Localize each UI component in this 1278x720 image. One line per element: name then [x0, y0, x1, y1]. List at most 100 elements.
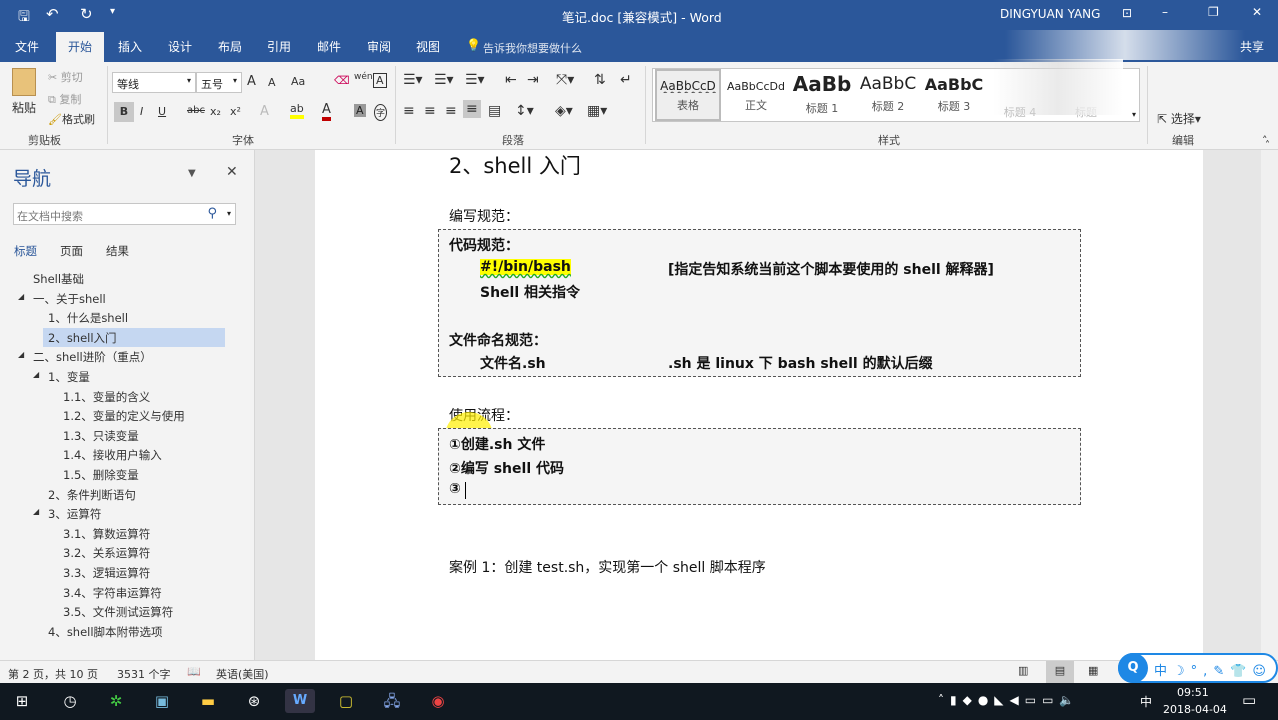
redo-icon[interactable]: ↻ [80, 5, 93, 23]
nav-options-icon[interactable]: ▼ [188, 168, 196, 179]
app-icon[interactable]: ⊛ [241, 689, 267, 713]
nav-heading-item[interactable]: 1.1、变量的含义 [63, 389, 150, 405]
expand-triangle-icon[interactable]: ◢ [33, 370, 39, 379]
bold-button[interactable]: B [114, 102, 134, 122]
nav-heading-item[interactable]: 3.4、字符串运算符 [63, 585, 162, 601]
nav-heading-item[interactable]: 1.3、只读变量 [63, 428, 139, 444]
tab-view[interactable]: 视图 [416, 38, 440, 55]
tell-me-box[interactable]: 告诉我你想要做什么 [483, 40, 582, 56]
nav-tab-headings[interactable]: 标题 [14, 243, 37, 259]
language[interactable]: 英语(美国) [216, 666, 269, 682]
paste-icon[interactable] [12, 68, 36, 96]
ime-options[interactable]: 中☽°,✎👕☺ [1154, 660, 1272, 679]
chrome-icon[interactable]: ◉ [425, 689, 451, 713]
style-heading-1[interactable]: AaBb 标题 1 [789, 69, 855, 121]
shading-icon[interactable]: ◈▾ [555, 103, 573, 119]
phonetic-guide-button[interactable]: wén [354, 72, 373, 82]
grow-font-button[interactable]: A [247, 74, 256, 89]
change-case-button[interactable]: Aa [291, 75, 305, 88]
page-count[interactable]: 第 2 页，共 10 页 [8, 666, 98, 682]
distributed-icon[interactable]: ▤ [488, 103, 501, 119]
vertical-scrollbar[interactable]: ˄ [1261, 140, 1278, 660]
tab-design[interactable]: 设计 [168, 38, 192, 55]
font-size-select[interactable]: 五号 ▾ [196, 72, 242, 93]
clock-date[interactable]: 2018-04-04 [1163, 703, 1227, 716]
app-icon[interactable]: ✲ [103, 689, 129, 713]
style-normal[interactable]: AaBbCcDd 正文 [723, 69, 789, 121]
scrollbar[interactable]: ˄ [1203, 140, 1278, 660]
nav-heading-item[interactable]: 3、运算符 [48, 506, 101, 522]
nav-heading-item[interactable]: 3.1、算数运算符 [63, 526, 150, 542]
paste-button[interactable]: 粘贴 [12, 99, 36, 116]
font-name-select[interactable]: 等线 ▾ [112, 72, 196, 93]
tab-file[interactable]: 文件 [15, 38, 39, 55]
align-right-icon[interactable]: ≡ [445, 103, 457, 119]
proofing-icon[interactable]: 📖 [187, 665, 201, 678]
print-layout-icon[interactable]: ▤ [1046, 661, 1074, 683]
increase-indent-icon[interactable]: ⇥ [527, 72, 539, 88]
undo-icon[interactable]: ↶ [46, 5, 59, 23]
nav-heading-item[interactable]: 1.5、删除变量 [63, 467, 139, 483]
expand-triangle-icon[interactable]: ◢ [18, 292, 24, 301]
nav-tab-results[interactable]: 结果 [106, 243, 129, 259]
remote-desktop-icon[interactable]: 🖧 [379, 689, 405, 713]
show-marks-icon[interactable]: ↵ [620, 72, 632, 88]
user-name[interactable]: DINGYUAN YANG [1000, 7, 1100, 21]
style-heading-2[interactable]: AaBbC 标题 2 [855, 69, 921, 121]
share-button[interactable]: 共享 [1240, 38, 1264, 55]
style-heading-3[interactable]: AaBbC 标题 3 [921, 69, 987, 121]
justify-icon[interactable]: ≡ [463, 100, 481, 118]
italic-button[interactable]: I [140, 105, 143, 118]
multilevel-list-icon[interactable]: ☰▾ [465, 72, 485, 88]
char-shading-button[interactable]: A [354, 104, 366, 117]
search-icon[interactable]: Q [1118, 653, 1148, 683]
windows-start-icon[interactable]: ⊞ [9, 689, 35, 713]
tab-mailings[interactable]: 邮件 [317, 38, 341, 55]
format-painter-button[interactable]: 🖌格式刷 [48, 111, 95, 127]
tab-home[interactable]: 开始 [56, 32, 105, 62]
close-icon[interactable]: ✕ [226, 164, 238, 180]
nav-heading-item[interactable]: 3.5、文件测试运算符 [63, 604, 173, 620]
sort-icon[interactable]: ⇅ [594, 72, 606, 88]
nav-heading-item[interactable]: 3.2、关系运算符 [63, 545, 150, 561]
ribbon-display-icon[interactable]: ⊡ [1122, 6, 1132, 20]
search-icon[interactable]: ⚲ [207, 206, 217, 221]
nav-heading-item[interactable]: 一、关于shell [33, 291, 106, 307]
ime-toolbar[interactable]: Q 中☽°,✎👕☺ [1118, 653, 1278, 683]
app-icon[interactable]: ▢ [333, 689, 359, 713]
gallery-more-icon[interactable]: ▾ [1132, 110, 1136, 119]
nav-heading-item[interactable]: 1.4、接收用户输入 [63, 447, 162, 463]
restore-button[interactable]: ❐ [1208, 5, 1219, 19]
borders-icon[interactable]: ▦▾ [587, 103, 607, 119]
nav-heading-item[interactable]: 二、shell进阶（重点） [33, 349, 152, 365]
word-count[interactable]: 3531 个字 [117, 666, 171, 682]
web-layout-icon[interactable]: ▦ [1088, 664, 1098, 677]
underline-button[interactable]: U [158, 105, 166, 118]
chinese-layout-icon[interactable]: ⤧▾ [556, 72, 574, 88]
copy-button[interactable]: ⧉ 复制 [48, 91, 81, 107]
tray-icons[interactable]: ˄▮◆●◣◀▭▭🔈 [938, 693, 1080, 707]
shrink-font-button[interactable]: A [268, 76, 276, 89]
bullets-icon[interactable]: ☰▾ [403, 72, 423, 88]
clear-format-icon[interactable]: ⌫ [334, 74, 350, 87]
read-mode-icon[interactable]: ▥ [1018, 664, 1028, 677]
tab-insert[interactable]: 插入 [118, 38, 142, 55]
nav-heading-item[interactable]: 1.2、变量的定义与使用 [63, 408, 185, 424]
highlight-color-icon[interactable]: ab [290, 102, 304, 119]
text-effects-icon[interactable]: A [260, 104, 269, 119]
select-button[interactable]: ⇱ 选择▾ [1157, 110, 1201, 127]
ime-indicator[interactable]: 中 [1140, 693, 1152, 710]
word-icon[interactable]: W [285, 689, 315, 713]
customize-icon[interactable]: ▾ [110, 6, 115, 17]
tab-references[interactable]: 引用 [267, 38, 291, 55]
cut-button[interactable]: ✂ 剪切 [48, 69, 83, 85]
clock-time[interactable]: 09:51 [1177, 686, 1209, 699]
superscript-button[interactable]: x² [230, 105, 241, 118]
decrease-indent-icon[interactable]: ⇤ [505, 72, 517, 88]
close-button[interactable]: ✕ [1252, 5, 1262, 19]
nav-heading-item[interactable]: 3.3、逻辑运算符 [63, 565, 150, 581]
minimize-button[interactable]: – [1162, 5, 1168, 19]
tab-layout[interactable]: 布局 [218, 38, 242, 55]
nav-heading-item[interactable]: 2、shell入门 [48, 330, 117, 346]
expand-triangle-icon[interactable]: ◢ [18, 350, 24, 359]
